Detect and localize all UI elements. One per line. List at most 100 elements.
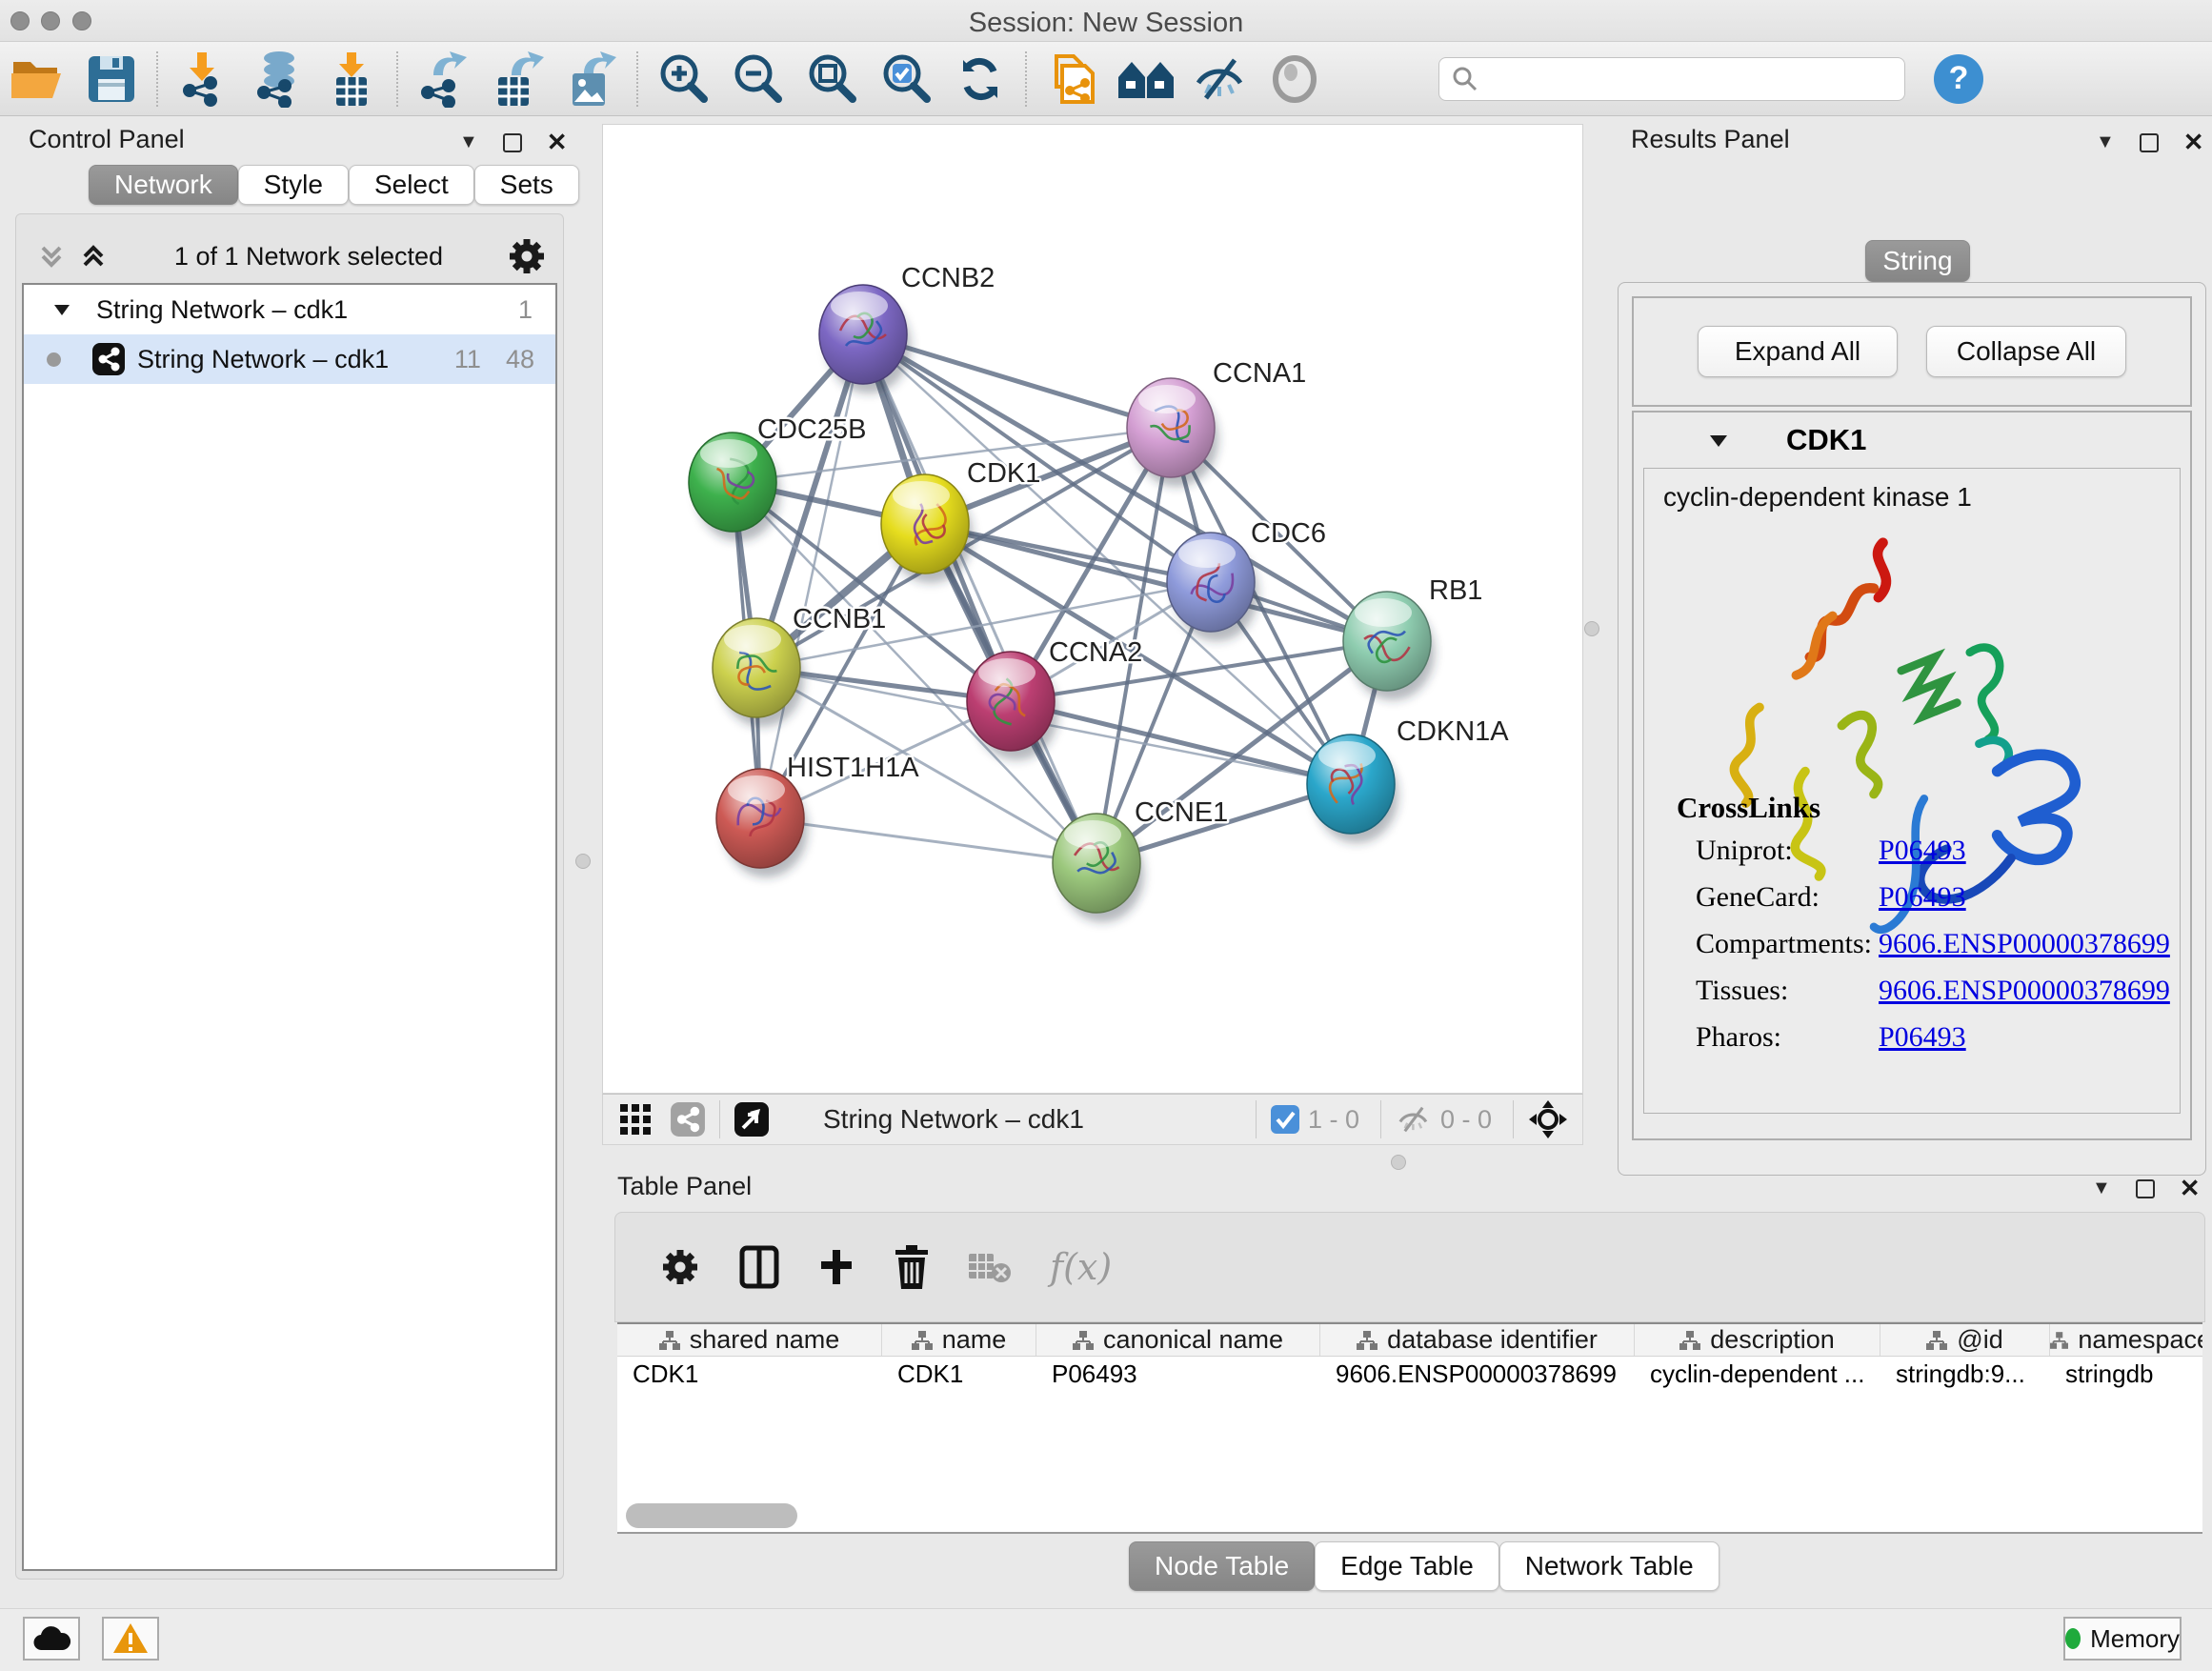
crosslink-pharos[interactable]: P06493 bbox=[1879, 1021, 1966, 1054]
share-view-icon[interactable] bbox=[670, 1101, 706, 1137]
expand-all-button[interactable]: Expand All bbox=[1698, 326, 1898, 377]
table-horizontal-scrollbar[interactable] bbox=[626, 1503, 797, 1528]
float-panel-icon[interactable] bbox=[503, 133, 522, 152]
memory-button[interactable]: Memory bbox=[2063, 1617, 2182, 1661]
table-cell[interactable]: P06493 bbox=[1036, 1357, 1320, 1391]
tab-select[interactable]: Select bbox=[349, 165, 474, 205]
column-header-name[interactable]: name bbox=[882, 1324, 1036, 1356]
search-input[interactable] bbox=[1438, 57, 1905, 101]
results-panel-title: Results Panel bbox=[1631, 125, 1790, 154]
table-cell[interactable]: CDK1 bbox=[617, 1357, 882, 1391]
network-node-CCNA2[interactable] bbox=[967, 652, 1058, 760]
export-table-icon[interactable] bbox=[480, 49, 554, 110]
column-header-canonical-name[interactable]: canonical name bbox=[1036, 1324, 1320, 1356]
network-node-CDK1[interactable] bbox=[881, 474, 973, 583]
collapse-all-button[interactable]: Collapse All bbox=[1926, 326, 2126, 377]
zoom-selected-icon[interactable] bbox=[869, 49, 943, 110]
open-session-icon[interactable] bbox=[0, 49, 74, 110]
crosslink-compartments[interactable]: 9606.ENSP00000378699 bbox=[1879, 928, 2170, 960]
network-edge[interactable] bbox=[863, 334, 1096, 863]
left-splitter-handle[interactable] bbox=[575, 854, 591, 869]
collapse-all-icon[interactable] bbox=[35, 240, 68, 272]
hidden-eye-icon[interactable] bbox=[1395, 1104, 1433, 1135]
warnings-button[interactable] bbox=[102, 1617, 159, 1661]
network-node-CCNE1[interactable] bbox=[1053, 814, 1144, 922]
tab-style[interactable]: Style bbox=[238, 165, 349, 205]
network-node-RB1[interactable] bbox=[1343, 592, 1435, 700]
collapse-panel-icon[interactable]: ▼ bbox=[2096, 131, 2115, 153]
zoom-fit-icon[interactable] bbox=[794, 49, 869, 110]
export-image-icon[interactable] bbox=[554, 49, 629, 110]
export-network-icon[interactable] bbox=[406, 49, 480, 110]
tab-string[interactable]: String bbox=[1865, 240, 1970, 282]
network-edge[interactable] bbox=[760, 334, 863, 818]
crosslink-uniprot[interactable]: P06493 bbox=[1879, 835, 1966, 867]
tab-sets[interactable]: Sets bbox=[474, 165, 579, 205]
selected-checkbox-icon[interactable] bbox=[1270, 1104, 1300, 1135]
network-node-HIST1H1A[interactable] bbox=[716, 769, 808, 877]
close-panel-icon[interactable]: ✕ bbox=[2180, 1174, 2201, 1203]
column-header-namespace[interactable]: namespace bbox=[2050, 1324, 2202, 1356]
column-header--id[interactable]: @id bbox=[1880, 1324, 2050, 1356]
tree-expand-icon[interactable] bbox=[52, 302, 71, 317]
tab-network[interactable]: Network bbox=[89, 165, 238, 205]
crosslink-genecard[interactable]: P06493 bbox=[1879, 881, 1966, 914]
import-table-icon[interactable] bbox=[314, 49, 389, 110]
network-node-CDC6[interactable] bbox=[1167, 533, 1258, 641]
network-node-CCNB2[interactable] bbox=[819, 285, 911, 393]
grid-view-icon[interactable] bbox=[618, 1102, 653, 1137]
zoom-in-icon[interactable] bbox=[646, 49, 720, 110]
fit-content-crosshair-icon[interactable] bbox=[1527, 1098, 1569, 1140]
table-cell[interactable]: cyclin-dependent ... bbox=[1635, 1357, 1880, 1391]
network-canvas[interactable]: CCNB2CCNA1CDC25BCDK1CDC6RB1CCNB1CCNA2CDK… bbox=[602, 124, 1583, 1094]
tab-node-table[interactable]: Node Table bbox=[1129, 1541, 1315, 1591]
close-panel-icon[interactable]: ✕ bbox=[2183, 128, 2204, 157]
refresh-icon[interactable] bbox=[943, 49, 1017, 110]
tab-edge-table[interactable]: Edge Table bbox=[1315, 1541, 1499, 1591]
right-splitter-handle[interactable] bbox=[1584, 621, 1599, 636]
tab-network-table[interactable]: Network Table bbox=[1499, 1541, 1719, 1591]
hide-selected-eye-icon[interactable] bbox=[1183, 49, 1257, 110]
birdseye-view-icon[interactable] bbox=[734, 1101, 770, 1137]
network-node-CDKN1A[interactable] bbox=[1307, 735, 1398, 843]
network-collection-row[interactable]: String Network – cdk1 1 bbox=[24, 285, 555, 334]
table-cell[interactable]: 9606.ENSP00000378699 bbox=[1320, 1357, 1635, 1391]
table-cell[interactable]: stringdb:9... bbox=[1880, 1357, 2050, 1391]
add-column-icon[interactable] bbox=[817, 1248, 855, 1286]
column-header-description[interactable]: description bbox=[1635, 1324, 1880, 1356]
import-database-icon[interactable] bbox=[240, 49, 314, 110]
show-columns-icon[interactable] bbox=[739, 1245, 779, 1289]
network-edge[interactable] bbox=[760, 818, 1096, 863]
expand-all-icon[interactable] bbox=[77, 240, 110, 272]
crosslink-tissues[interactable]: 9606.ENSP00000378699 bbox=[1879, 975, 2170, 1007]
crosslink-row: Compartments: 9606.ENSP00000378699 bbox=[1696, 928, 2172, 960]
network-options-gear-icon[interactable] bbox=[508, 237, 546, 275]
help-button[interactable]: ? bbox=[1934, 54, 1983, 104]
home-icon[interactable] bbox=[1109, 49, 1183, 110]
show-all-eye-icon[interactable] bbox=[1257, 49, 1332, 110]
delete-table-icon[interactable] bbox=[968, 1250, 1012, 1284]
string-import-icon[interactable] bbox=[1035, 49, 1109, 110]
network-row-selected[interactable]: String Network – cdk1 11 48 bbox=[24, 334, 555, 384]
table-cell[interactable]: CDK1 bbox=[882, 1357, 1036, 1391]
collapse-panel-icon[interactable]: ▼ bbox=[2092, 1178, 2111, 1199]
delete-column-icon[interactable] bbox=[894, 1245, 930, 1289]
float-panel-icon[interactable] bbox=[2140, 133, 2159, 152]
cloud-status-button[interactable] bbox=[23, 1617, 80, 1661]
import-network-icon[interactable] bbox=[166, 49, 240, 110]
table-cell[interactable]: stringdb bbox=[2050, 1357, 2202, 1391]
column-header-database-identifier[interactable]: database identifier bbox=[1320, 1324, 1635, 1356]
zoom-out-icon[interactable] bbox=[720, 49, 794, 110]
network-node-CDC25B[interactable] bbox=[689, 433, 780, 541]
table-row[interactable]: CDK1CDK1P064939606.ENSP00000378699cyclin… bbox=[617, 1357, 2202, 1391]
bottom-splitter-handle[interactable] bbox=[1391, 1155, 1406, 1170]
float-panel-icon[interactable] bbox=[2136, 1179, 2155, 1198]
column-header-shared-name[interactable]: shared name bbox=[617, 1324, 882, 1356]
close-panel-icon[interactable]: ✕ bbox=[547, 128, 568, 157]
collapse-panel-icon[interactable]: ▼ bbox=[459, 131, 478, 153]
table-options-gear-icon[interactable] bbox=[659, 1246, 701, 1288]
save-session-icon[interactable] bbox=[74, 49, 149, 110]
node-entry-header[interactable]: CDK1 bbox=[1634, 413, 2190, 468]
collapse-entry-icon[interactable] bbox=[1708, 433, 1729, 449]
network-node-CCNA1[interactable] bbox=[1127, 378, 1218, 487]
